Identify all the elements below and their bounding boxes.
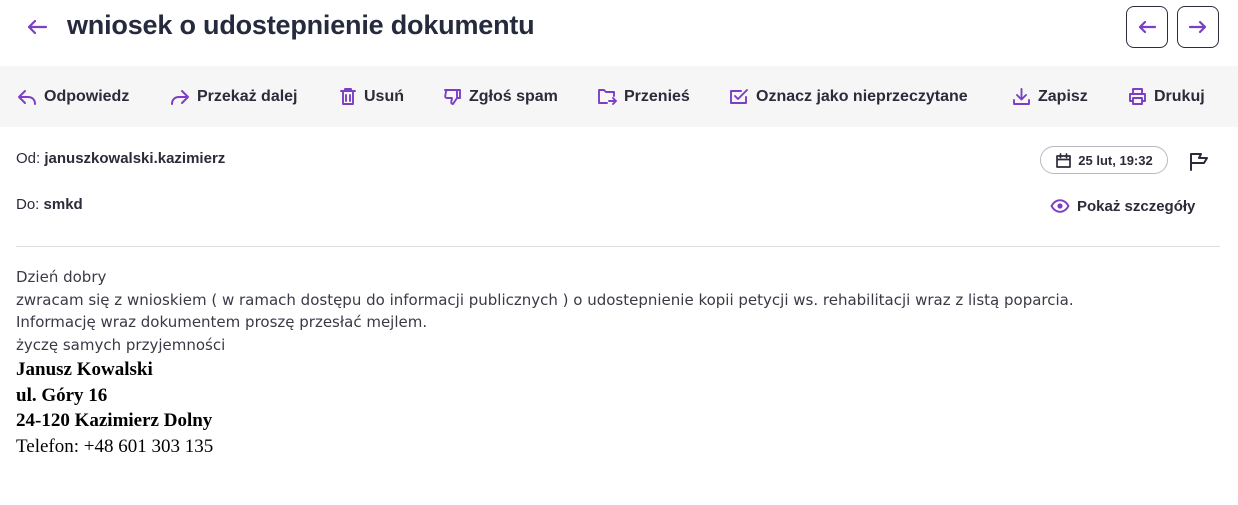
page-title: wniosek o udostepnienie dokumentu — [67, 10, 535, 40]
sender-address[interactable]: januszkowalski.kazimierz — [44, 150, 225, 167]
next-message-button[interactable] — [1177, 6, 1219, 48]
reply-label: Odpowiedz — [44, 87, 130, 105]
recipient-row: Do: smkd — [16, 196, 83, 213]
print-button[interactable]: Drukuj — [1128, 66, 1205, 127]
mark-unread-icon — [730, 88, 748, 104]
download-icon — [1013, 88, 1030, 105]
calendar-icon — [1056, 152, 1072, 168]
eye-icon — [1050, 199, 1070, 213]
arrow-right-icon — [1188, 20, 1207, 34]
signature-street: ul. Góry 16 — [16, 384, 108, 406]
report-spam-label: Zgłoś spam — [469, 87, 558, 105]
move-folder-icon — [598, 88, 617, 105]
signature-phone: Telefon: +48 601 303 135 — [16, 435, 214, 457]
delete-label: Usuń — [364, 87, 404, 105]
arrow-left-icon — [1138, 20, 1157, 34]
forward-icon — [171, 89, 189, 105]
show-details-label: Pokaż szczegóły — [1077, 197, 1196, 215]
delete-button[interactable]: Usuń — [339, 66, 404, 127]
flag-icon — [1189, 152, 1208, 171]
message-toolbar: Odpowiedz Przekaż dalej Usuń Zgłoś spam … — [0, 66, 1238, 127]
message-body: Dzień dobry zwracam się z wnioskiem ( w … — [16, 266, 1216, 459]
show-details-link[interactable]: Pokaż szczegóły — [1050, 193, 1195, 219]
save-label: Zapisz — [1038, 87, 1088, 105]
printer-icon — [1129, 88, 1146, 105]
signature-name: Janusz Kowalski — [16, 359, 153, 380]
message-header: wniosek o udostepnienie dokumentu — [0, 0, 1238, 66]
mark-unread-button[interactable]: Oznacz jako nieprzeczytane — [729, 66, 968, 127]
message-date: 25 lut, 19:32 — [1078, 152, 1153, 168]
move-label: Przenieś — [624, 87, 690, 105]
mark-unread-label: Oznacz jako nieprzeczytane — [756, 87, 968, 105]
trash-icon — [340, 88, 356, 105]
save-button[interactable]: Zapisz — [1012, 66, 1088, 127]
body-line: Dzień dobry — [16, 268, 107, 286]
reply-button[interactable]: Odpowiedz — [17, 66, 129, 127]
forward-label: Przekaż dalej — [197, 87, 298, 105]
signature-city: 24-120 Kazimierz Dolny — [16, 410, 213, 431]
sender-row: Od: januszkowalski.kazimierz — [16, 150, 225, 167]
from-label: Od: — [16, 150, 41, 167]
move-button[interactable]: Przenieś — [597, 66, 690, 127]
print-label: Drukuj — [1154, 87, 1205, 105]
body-line: życzę samych przyjemności — [16, 335, 226, 354]
back-button[interactable] — [22, 12, 52, 42]
body-line: zwracam się z wnioskiem ( w ramach dostę… — [16, 290, 1074, 309]
flag-button[interactable] — [1186, 149, 1210, 173]
reply-icon — [18, 89, 36, 105]
thumbs-down-icon — [444, 89, 461, 105]
report-spam-button[interactable]: Zgłoś spam — [443, 66, 558, 127]
recipient-address[interactable]: smkd — [44, 196, 83, 213]
body-line: Informację wraz dokumentem proszę przesł… — [16, 313, 428, 331]
forward-button[interactable]: Przekaż dalej — [170, 66, 298, 127]
date-badge: 25 lut, 19:32 — [1040, 146, 1168, 174]
divider — [16, 246, 1220, 247]
arrow-left-icon — [27, 19, 48, 35]
to-label: Do: — [16, 196, 40, 213]
previous-message-button[interactable] — [1126, 6, 1168, 48]
